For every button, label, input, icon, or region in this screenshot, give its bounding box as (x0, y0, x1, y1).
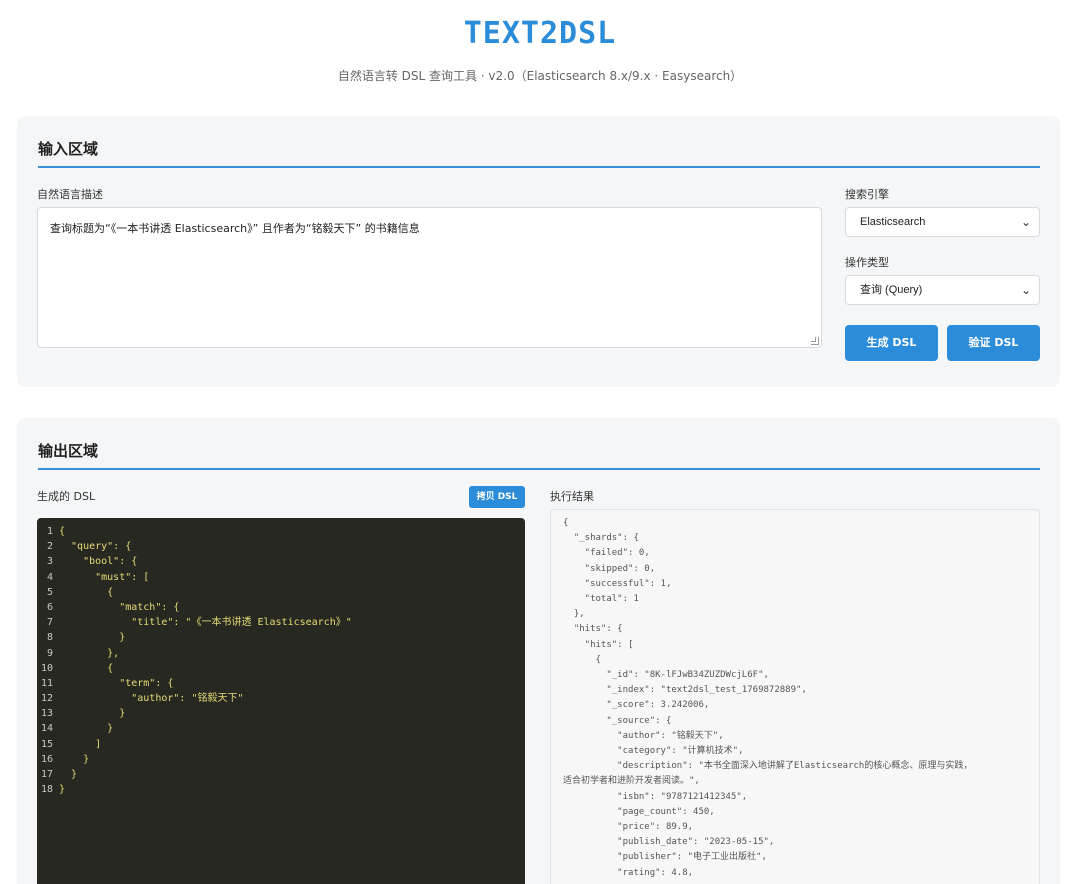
code-line: 6 "match": { (37, 600, 525, 615)
code-text: "title": "《一本书讲透 Elasticsearch》" (59, 617, 352, 629)
output-section-title: 输出区域 (38, 442, 99, 460)
code-line: 9 }, (37, 646, 525, 661)
code-text: } (59, 784, 66, 796)
code-line: 1{ (37, 524, 525, 539)
line-number: 7 (46, 617, 53, 629)
output-section-divider (38, 468, 1040, 470)
code-line: 11 "term": { (37, 676, 525, 691)
code-line: 5 { (37, 585, 525, 600)
line-number: 5 (46, 586, 53, 598)
line-number: 16 (40, 753, 53, 765)
chevron-down-icon: ⌄ (1020, 215, 1031, 229)
code-text: } (59, 769, 78, 780)
engine-label: 搜索引擎 (845, 188, 889, 201)
code-text: { (59, 662, 114, 674)
line-number: 18 (40, 784, 53, 796)
description-textarea[interactable]: 查询标题为“《一本书讲透 Elasticsearch》” 且作者为“铭毅天下” … (37, 207, 822, 348)
description-label: 自然语言描述 (37, 188, 103, 201)
line-number: 1 (46, 526, 53, 537)
code-text: } (59, 753, 90, 765)
output-section: 输出区域 生成的 DSL 拷贝 DSL 1{2 "query": {3 "boo… (17, 418, 1060, 884)
code-line: 3 "bool": { (37, 554, 525, 569)
input-section-title: 输入区域 (38, 140, 99, 158)
code-text: "must": [ (59, 571, 150, 583)
input-section: 输入区域 自然语言描述 查询标题为“《一本书讲透 Elasticsearch》”… (17, 116, 1060, 387)
dsl-label: 生成的 DSL (37, 490, 96, 503)
line-number: 14 (40, 723, 53, 735)
dsl-code-editor[interactable]: 1{2 "query": {3 "bool": {4 "must": [5 {6… (37, 518, 525, 884)
line-number: 4 (46, 571, 53, 583)
chevron-down-icon: ⌄ (1020, 283, 1031, 297)
generate-dsl-button[interactable]: 生成 DSL (845, 325, 938, 361)
line-number: 17 (40, 769, 53, 780)
operation-select[interactable]: 查询 (Query) ⌄ (845, 275, 1040, 305)
operation-label: 操作类型 (845, 256, 889, 269)
line-number: 6 (46, 601, 53, 613)
line-number: 2 (46, 541, 53, 553)
code-line: 18} (37, 782, 525, 797)
code-text: { (59, 526, 66, 537)
resize-handle-icon[interactable] (811, 337, 819, 345)
line-number: 9 (46, 647, 53, 659)
code-line: 4 "must": [ (37, 570, 525, 585)
operation-select-value: 查询 (Query) (860, 284, 923, 296)
code-line: 13 } (37, 706, 525, 721)
result-label: 执行结果 (550, 490, 594, 503)
code-line: 8 } (37, 630, 525, 645)
code-text: "bool": { (59, 556, 138, 568)
code-text: } (59, 708, 126, 720)
code-text: } (59, 723, 114, 735)
app-subtitle: 自然语言转 DSL 查询工具 · v2.0（Elasticsearch 8.x/… (337, 69, 743, 83)
code-text: "match": { (59, 601, 180, 613)
code-text: "term": { (59, 677, 174, 689)
engine-select[interactable]: Elasticsearch ⌄ (845, 207, 1040, 237)
line-number: 13 (40, 708, 53, 720)
line-number: 10 (40, 662, 53, 674)
code-line: 17 } (37, 767, 525, 782)
code-text: }, (59, 647, 120, 659)
copy-dsl-button[interactable]: 拷贝 DSL (469, 486, 525, 508)
code-text: "author": "铭毅天下" (59, 693, 244, 705)
code-line: 15 ] (37, 737, 525, 752)
code-text: } (59, 632, 126, 644)
code-line: 7 "title": "《一本书讲透 Elasticsearch》" (37, 615, 525, 630)
code-line: 2 "query": { (37, 539, 525, 554)
line-number: 3 (46, 556, 53, 568)
result-panel: { "_shards": { "failed": 0, "skipped": 0… (550, 509, 1040, 884)
line-number: 11 (40, 677, 53, 689)
input-section-divider (38, 166, 1040, 168)
app-logo: TEXT2DSL (463, 16, 617, 51)
line-number: 15 (40, 738, 53, 750)
code-text: "query": { (59, 541, 132, 553)
description-text: 查询标题为“《一本书讲透 Elasticsearch》” 且作者为“铭毅天下” … (50, 222, 420, 235)
code-line: 16 } (37, 752, 525, 767)
code-text: { (59, 586, 114, 598)
validate-dsl-button[interactable]: 验证 DSL (947, 325, 1040, 361)
engine-select-value: Elasticsearch (860, 216, 926, 228)
page-header: TEXT2DSL 自然语言转 DSL 查询工具 · v2.0（Elasticse… (0, 0, 1080, 100)
code-line: 14 } (37, 721, 525, 736)
code-line: 12 "author": "铭毅天下" (37, 691, 525, 706)
code-text: ] (59, 738, 102, 750)
line-number: 12 (40, 693, 53, 705)
line-number: 8 (46, 632, 53, 644)
code-line: 10 { (37, 661, 525, 676)
